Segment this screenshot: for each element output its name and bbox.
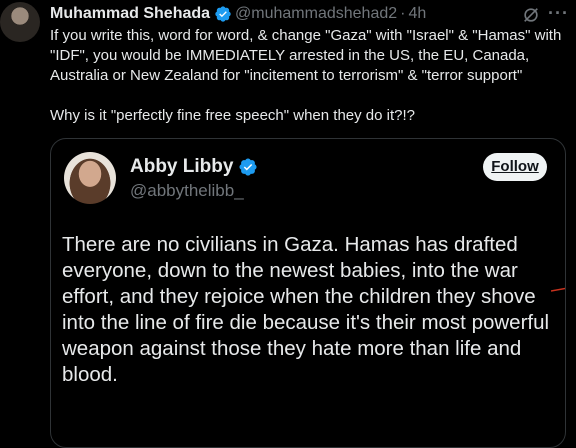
quoted-author-name-row[interactable]: Abby Libby <box>130 156 261 178</box>
more-icon[interactable]: ··· <box>548 3 572 23</box>
quoted-author-handle[interactable]: @abbythelibb_ <box>130 181 244 201</box>
tweet-body-paragraph-1: If you write this, word for word, & chan… <box>50 27 562 84</box>
quoted-author-avatar[interactable] <box>64 152 116 204</box>
tweet[interactable]: Muhammad Shehada @muhammadshehad2 · 4h ·… <box>0 0 576 448</box>
follow-button[interactable]: Follow <box>483 153 547 181</box>
verified-badge-icon <box>214 5 232 23</box>
quoted-tweet-text: There are no civilians in Gaza. Hamas ha… <box>62 233 550 386</box>
author-name[interactable]: Muhammad Shehada <box>50 4 210 24</box>
tweet-header: Muhammad Shehada @muhammadshehad2 · 4h <box>50 4 516 24</box>
verified-badge-icon <box>238 157 258 177</box>
author-handle[interactable]: @muhammadshehad2 <box>235 4 397 24</box>
tweet-body-paragraph-2: Why is it "perfectly fine free speech" w… <box>50 107 415 124</box>
author-avatar[interactable] <box>0 2 40 42</box>
grok-icon[interactable] <box>522 6 540 24</box>
tweet-body: If you write this, word for word, & chan… <box>50 26 572 126</box>
quoted-author-name[interactable]: Abby Libby <box>130 156 233 178</box>
quoted-tweet[interactable]: Abby Libby @abbythelibb_ Follow There ar… <box>50 138 566 448</box>
tweet-time[interactable]: 4h <box>408 4 426 24</box>
annotation-mark <box>551 287 565 292</box>
header-separator: · <box>400 5 406 22</box>
